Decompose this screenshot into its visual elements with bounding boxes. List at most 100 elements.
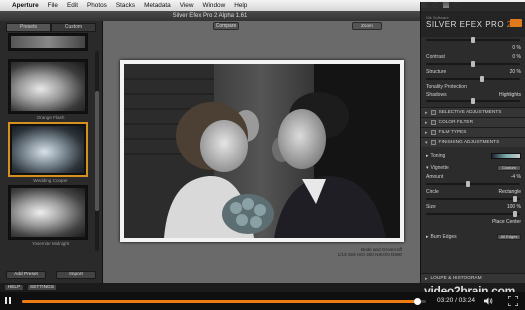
structure-label: Structure xyxy=(426,68,447,75)
rectangle-label: Rectangle xyxy=(498,188,521,195)
preset-thumbnail-label xyxy=(8,51,93,59)
disclosure-triangle-icon[interactable]: ▾ xyxy=(425,140,428,146)
video-time: 03:20 / 03:24 xyxy=(437,297,475,304)
nik-logo-icon xyxy=(510,19,522,27)
shape-row: Circle Rectangle xyxy=(421,187,525,196)
section-enable-checkbox[interactable] xyxy=(430,110,436,115)
preset-scrollbar[interactable] xyxy=(95,51,99,251)
section-finishing-adjustments[interactable]: ▾ FINISHING ADJUSTMENTS xyxy=(421,137,525,147)
section-label: COLOR FILTER xyxy=(438,120,474,125)
brand-name: SILVER EFEX PRO xyxy=(426,20,505,29)
burn-edges-select[interactable]: All Edges xyxy=(497,233,521,240)
status-icon[interactable] xyxy=(421,2,427,8)
section-label: SELECTIVE ADJUSTMENTS xyxy=(438,110,502,115)
preset-thumbnail-list: Orange Flash Wedding Cooper Yosemite Mid… xyxy=(8,33,93,248)
photo-caption-meta: 1/13 Sek ISO 400 NIKON D600 xyxy=(337,252,402,257)
zoom-control[interactable]: Zoom xyxy=(352,22,382,30)
preview-canvas: Compare Zoom Bride and Groom.tiff 1/13 S… xyxy=(103,21,420,283)
section-enable-checkbox[interactable] xyxy=(430,140,436,145)
preset-thumbnail[interactable] xyxy=(8,59,88,114)
menu-photos[interactable]: Photos xyxy=(87,2,107,9)
vignette-preset-select[interactable]: Custom xyxy=(497,164,521,171)
disclosure-triangle-icon[interactable]: ▸ xyxy=(425,130,428,136)
volume-icon[interactable] xyxy=(484,297,493,305)
contrast-value: 0 % xyxy=(512,53,521,60)
compare-button[interactable]: Compare xyxy=(213,22,239,30)
toning-label: Toning xyxy=(430,152,446,159)
video-progress-bar[interactable] xyxy=(22,298,426,305)
section-label: FINISHING ADJUSTMENTS xyxy=(438,140,500,145)
menu-help[interactable]: Help xyxy=(234,2,247,9)
toning-row: ▸ Toning xyxy=(421,151,525,160)
tab-presets[interactable]: Presets xyxy=(6,23,51,32)
preset-thumbnail-selected[interactable] xyxy=(8,122,88,177)
disclosure-triangle-icon[interactable]: ▸ xyxy=(426,234,429,240)
fullscreen-icon[interactable] xyxy=(508,296,518,306)
menu-metadata[interactable]: Metadata xyxy=(144,2,171,9)
amount-row: Amount -4 % xyxy=(421,172,525,181)
amount-value: -4 % xyxy=(510,173,521,180)
brightness-value: 0 % xyxy=(512,44,521,51)
scrollbar-thumb[interactable] xyxy=(95,91,99,211)
vignette-label: Vignette xyxy=(430,164,449,171)
section-color-filter[interactable]: ▸ COLOR FILTER xyxy=(421,117,525,127)
toning-gradient-swatch[interactable] xyxy=(491,152,521,159)
menu-stacks[interactable]: Stacks xyxy=(116,2,135,9)
import-button[interactable]: Import xyxy=(56,271,96,279)
section-film-types[interactable]: ▸ FILM TYPES xyxy=(421,127,525,137)
video-player-bar: 03:20 / 03:24 xyxy=(0,292,525,310)
wedding-photo-illustration xyxy=(124,64,400,238)
spotlight-search-icon[interactable] xyxy=(454,2,460,8)
menu-app-name[interactable]: Aperture xyxy=(12,2,39,9)
help-button[interactable]: HELP xyxy=(4,284,24,291)
progress-scrubber[interactable] xyxy=(414,298,422,305)
photo-frame xyxy=(120,60,404,242)
menu-edit[interactable]: Edit xyxy=(67,2,78,9)
disclosure-triangle-icon[interactable]: ▸ xyxy=(425,120,428,126)
pause-icon[interactable] xyxy=(5,297,13,305)
brand-header: Nik Software SILVER EFEX PRO 2 xyxy=(421,11,525,37)
slider-knob[interactable] xyxy=(471,98,475,104)
preset-tabs: Presets Custom xyxy=(6,23,96,32)
vignette-row: ▾ Vignette Custom xyxy=(421,163,525,172)
preset-thumbnail[interactable] xyxy=(8,33,88,51)
menu-bar: Aperture File Edit Photos Stacks Metadat… xyxy=(0,0,525,274)
disclosure-triangle-icon[interactable]: ▾ xyxy=(426,165,429,171)
section-enable-checkbox[interactable] xyxy=(430,130,436,135)
menu-file[interactable]: File xyxy=(48,2,58,9)
battery-icon[interactable] xyxy=(443,2,449,8)
shadows-label: Shadows xyxy=(426,91,447,98)
menu-view[interactable]: View xyxy=(180,2,194,9)
preset-panel: Presets Custom Orange Flash Wedding Coop… xyxy=(0,21,103,283)
circle-label: Circle xyxy=(426,188,439,195)
preview-photo xyxy=(124,64,400,238)
menu-window[interactable]: Window xyxy=(202,2,225,9)
section-label: LOUPE & HISTOGRAM xyxy=(430,276,482,281)
photo-caption: Bride and Groom.tiff 1/13 Sek ISO 400 NI… xyxy=(338,247,402,257)
section-selective-adjustments[interactable]: ▸ SELECTIVE ADJUSTMENTS xyxy=(421,107,525,117)
section-enable-checkbox[interactable] xyxy=(430,120,436,125)
burn-edges-label: Burn Edges xyxy=(430,233,457,240)
size-label: Size xyxy=(426,203,436,210)
tab-custom[interactable]: Custom xyxy=(51,23,96,32)
tonality-subrow: Shadows Highlights xyxy=(421,91,525,98)
contrast-label: Contrast xyxy=(426,53,445,60)
amount-label: Amount xyxy=(426,173,444,180)
structure-value: 20 % xyxy=(509,68,521,75)
brightness-row: 0 % xyxy=(421,43,525,52)
section-loupe-histogram[interactable]: ▸ LOUPE & HISTOGRAM xyxy=(421,273,525,283)
disclosure-triangle-icon[interactable]: ▸ xyxy=(426,153,429,159)
burn-edges-row: ▸ Burn Edges All Edges xyxy=(421,232,525,241)
size-row: Size 100 % xyxy=(421,202,525,211)
clock-icon[interactable] xyxy=(432,2,438,8)
disclosure-triangle-icon[interactable]: ▸ xyxy=(425,110,428,116)
add-preset-button[interactable]: Add Preset xyxy=(6,271,46,279)
tonality-protection-label: Tonality Protection xyxy=(426,83,467,90)
place-center-button[interactable]: Place Center xyxy=(492,219,521,225)
highlights-label: Highlights xyxy=(499,91,521,98)
tonality-slider[interactable] xyxy=(426,98,520,104)
preset-thumbnail[interactable] xyxy=(8,185,88,240)
tonality-protection-row: Tonality Protection xyxy=(421,82,525,91)
settings-button[interactable]: SETTINGS xyxy=(27,284,57,291)
disclosure-triangle-icon[interactable]: ▸ xyxy=(425,276,428,282)
